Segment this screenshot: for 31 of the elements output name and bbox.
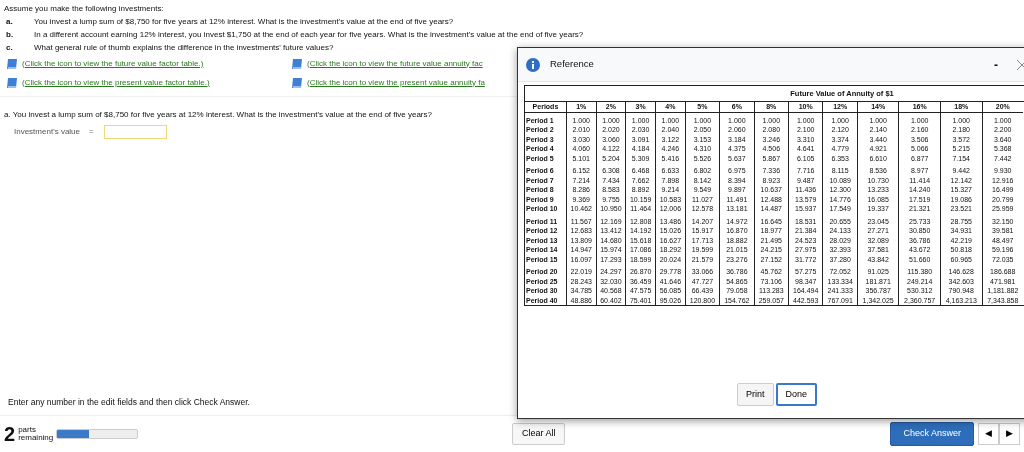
question-letter: a. [5, 16, 14, 28]
done-button[interactable]: Done [775, 382, 817, 406]
question-letter: b. [5, 29, 15, 41]
parts-label: parts remaining [18, 426, 53, 442]
question-text: In a different account earning 12% interest, you invest $1,750 at the end of each year for five years. What is the investment's value at the end of five years? [34, 29, 584, 41]
book-icon[interactable] [291, 76, 304, 89]
intro-text: Assume you make the following investments: [4, 3, 165, 15]
table-link[interactable]: (Click the icon to view the present value annuity fa [307, 76, 485, 89]
answer-field[interactable] [103, 125, 167, 139]
close-icon[interactable] [1016, 58, 1024, 71]
parts-count: 2 [4, 424, 16, 444]
info-icon [526, 57, 540, 72]
dialog-title: Reference [550, 57, 594, 72]
table-link[interactable]: (Click the icon to view the present value factor table.) [22, 76, 210, 89]
book-icon[interactable] [6, 57, 19, 70]
book-icon[interactable] [6, 76, 19, 89]
question-text: You invest a lump sum of $8,750 for five years at 12% interest. What is the investment's value at the end of five years? [34, 16, 454, 28]
field-label: Investment's value [14, 126, 80, 138]
check-answer-button[interactable]: Check Answer [890, 422, 974, 446]
print-button[interactable]: Print [737, 382, 774, 406]
previous-button[interactable]: ◀ [978, 423, 999, 445]
minimize-button[interactable]: - [994, 55, 998, 74]
equals-sign: = [89, 126, 94, 138]
next-button[interactable]: ▶ [999, 423, 1020, 445]
question-text: What general rule of thumb explains the difference in the investments' future values? [34, 42, 334, 54]
clear-all-button[interactable]: Clear All [511, 423, 566, 445]
table-link[interactable]: (Click the icon to view the future value factor table.) [22, 57, 204, 70]
book-icon[interactable] [291, 57, 304, 70]
question-letter: c. [5, 42, 14, 54]
table-link[interactable]: (Click the icon to view the future value annuity fac [307, 57, 483, 70]
question-text: a. You invest a lump sum of $8,750 for five years at 12% interest. What is the investment's value at the end of five years? [4, 109, 432, 121]
